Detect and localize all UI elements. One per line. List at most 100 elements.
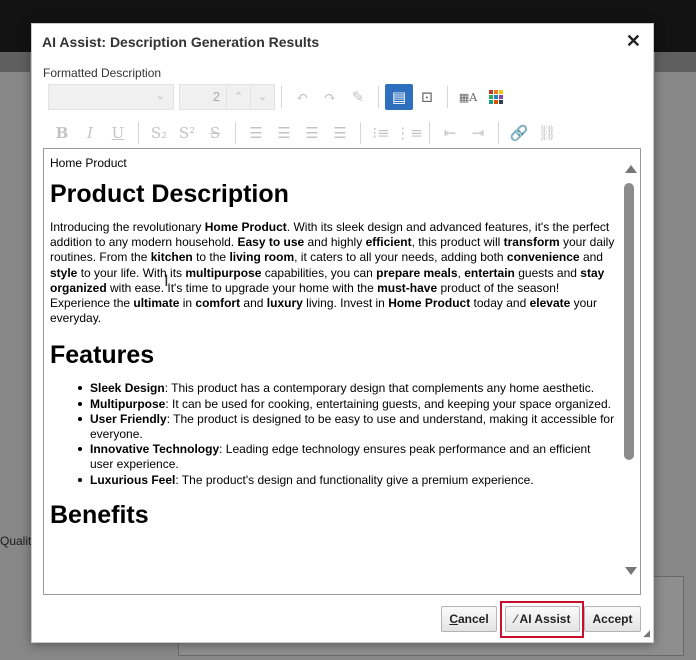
heading-product-description: Product Description xyxy=(50,180,289,208)
bold-run: must-have xyxy=(377,280,438,295)
editor-scrollbar[interactable] xyxy=(618,149,640,594)
strikethrough-icon[interactable]: S xyxy=(201,120,229,146)
link-icon[interactable]: 🔗 xyxy=(505,120,533,146)
toolbar-divider xyxy=(138,122,139,144)
cancel-label-rest: ancel xyxy=(457,612,489,626)
bold-run: convenience xyxy=(506,250,580,265)
bold-run: Home Product xyxy=(388,296,471,311)
numbered-list-icon[interactable]: ⋮≡ xyxy=(395,120,423,146)
bold-run: prepare meals xyxy=(376,265,458,280)
scroll-up-icon[interactable] xyxy=(625,165,637,173)
close-icon[interactable]: ✕ xyxy=(626,31,641,51)
feature-item: Innovative Technology: Leading edge tech… xyxy=(78,442,616,472)
align-left-icon[interactable]: ☰ xyxy=(242,120,270,146)
text-run: in xyxy=(179,296,196,311)
text-color-icon[interactable]: ▦A xyxy=(454,84,482,110)
wysiwyg-mode-icon[interactable]: ▤ xyxy=(385,84,413,110)
feature-name: Luxurious Feel xyxy=(90,472,176,487)
document-title-line: Home Product xyxy=(50,156,127,170)
undo-icon[interactable]: ↶ xyxy=(288,84,316,110)
feature-item: Sleek Design: This product has a contemp… xyxy=(78,381,616,396)
bullet-list-icon[interactable]: ⁝≡ xyxy=(367,120,395,146)
feature-text: : It can be used for cooking, entertaini… xyxy=(165,396,611,411)
text-run: and highly xyxy=(304,235,366,250)
text-run: , it caters to all your needs, adding bo… xyxy=(294,250,507,265)
ai-assist-dialog: AI Assist: Description Generation Result… xyxy=(31,23,654,643)
text-run: with ease. It's time to upgrade your hom… xyxy=(106,280,378,295)
feature-text: : The product's design and functionality… xyxy=(175,472,534,487)
feature-text: : This product has a contemporary design… xyxy=(164,381,595,396)
ai-assist-button[interactable]: ⁄ AI Assist xyxy=(505,606,580,632)
magic-wand-icon: ⁄ xyxy=(514,612,517,626)
ai-assist-label: AI Assist xyxy=(519,612,571,626)
align-center-icon[interactable]: ☰ xyxy=(270,120,298,146)
font-size-up-icon[interactable]: ⌃ xyxy=(227,84,251,110)
chevron-down-icon: ⌄ xyxy=(155,90,165,102)
heading-features: Features xyxy=(50,341,155,370)
rich-text-editor[interactable]: Home Product Product Description Introdu… xyxy=(43,148,641,595)
font-size-input[interactable]: 2 xyxy=(179,84,227,110)
toolbar-divider xyxy=(447,86,448,108)
text-run: capabilities, you can xyxy=(261,265,377,280)
intro-paragraph: Introducing the revolutionary Home Produ… xyxy=(50,220,616,326)
feature-item: Multipurpose: It can be used for cooking… xyxy=(78,397,616,412)
unlink-icon[interactable]: ⛓ xyxy=(533,120,561,146)
indent-icon[interactable]: ⇥ xyxy=(464,120,492,146)
text-run: to your life. With its xyxy=(77,265,186,280)
superscript-icon[interactable]: S² xyxy=(173,120,201,146)
bold-run: kitchen xyxy=(150,250,193,265)
heading-benefits: Benefits xyxy=(50,500,149,529)
bullet-icon xyxy=(78,416,82,421)
feature-name: User Friendly xyxy=(90,411,167,426)
formatted-description-label: Formatted Description xyxy=(43,66,162,80)
bold-run: living room xyxy=(229,250,295,265)
bullet-icon xyxy=(78,447,82,452)
dialog-title: AI Assist: Description Generation Result… xyxy=(42,34,320,50)
align-right-icon[interactable]: ☰ xyxy=(298,120,326,146)
bold-run: transform xyxy=(503,235,560,250)
justify-icon[interactable]: ☰ xyxy=(326,120,354,146)
font-size-down-icon[interactable]: ⌄ xyxy=(251,84,275,110)
cancel-button[interactable]: Cancel xyxy=(441,606,497,632)
font-family-select[interactable]: ⌄ xyxy=(48,84,174,110)
bold-icon[interactable]: B xyxy=(48,120,76,146)
editor-toolbar-row-2: B I U S₂ S² S ☰ ☰ ☰ ☰ ⁝≡ ⋮≡ ⇤ ⇥ 🔗 ⛓ xyxy=(48,119,561,147)
bold-run: ultimate xyxy=(133,296,180,311)
features-list: Sleek Design: This product has a contemp… xyxy=(78,381,616,487)
bullet-icon xyxy=(78,386,82,391)
feature-item: Luxurious Feel: The product's design and… xyxy=(78,473,616,488)
bold-run: style xyxy=(50,265,78,280)
bold-run: Easy to use xyxy=(237,235,305,250)
bullet-icon xyxy=(78,477,82,482)
outdent-icon[interactable]: ⇤ xyxy=(436,120,464,146)
toolbar-divider xyxy=(378,86,379,108)
editor-toolbar-row-1: ⌄ 2 ⌃ ⌄ ↶ ↷ ✎ ▤ ⊡ ▦A xyxy=(48,83,510,111)
toolbar-divider xyxy=(429,122,430,144)
subscript-icon[interactable]: S₂ xyxy=(145,120,173,146)
redo-icon[interactable]: ↷ xyxy=(316,84,344,110)
clear-format-icon[interactable]: ✎ xyxy=(344,84,372,110)
feature-name: Sleek Design xyxy=(90,381,165,396)
text-run: today and xyxy=(470,296,530,311)
toolbar-divider xyxy=(360,122,361,144)
feature-text: : The product is designed to be easy to … xyxy=(90,411,615,442)
text-run: to the xyxy=(192,250,230,265)
feature-name: Multipurpose xyxy=(90,396,166,411)
source-mode-icon[interactable]: ⊡ xyxy=(413,84,441,110)
bold-run: luxury xyxy=(266,296,303,311)
accept-button[interactable]: Accept xyxy=(584,606,641,632)
bold-run: multipurpose xyxy=(185,265,262,280)
bold-run: elevate xyxy=(529,296,571,311)
scroll-down-icon[interactable] xyxy=(625,567,637,575)
text-run: living. Invest in xyxy=(302,296,389,311)
text-cursor-icon: I xyxy=(164,271,169,290)
scroll-thumb[interactable] xyxy=(624,183,634,460)
editor-content[interactable]: Home Product Product Description Introdu… xyxy=(50,156,616,541)
italic-icon[interactable]: I xyxy=(76,120,104,146)
underline-icon[interactable]: U xyxy=(104,120,132,146)
toolbar-divider xyxy=(498,122,499,144)
bold-run: comfort xyxy=(195,296,241,311)
resize-grip-icon[interactable]: ◢ xyxy=(643,628,650,639)
toolbar-divider xyxy=(235,122,236,144)
background-color-icon[interactable] xyxy=(482,84,510,110)
